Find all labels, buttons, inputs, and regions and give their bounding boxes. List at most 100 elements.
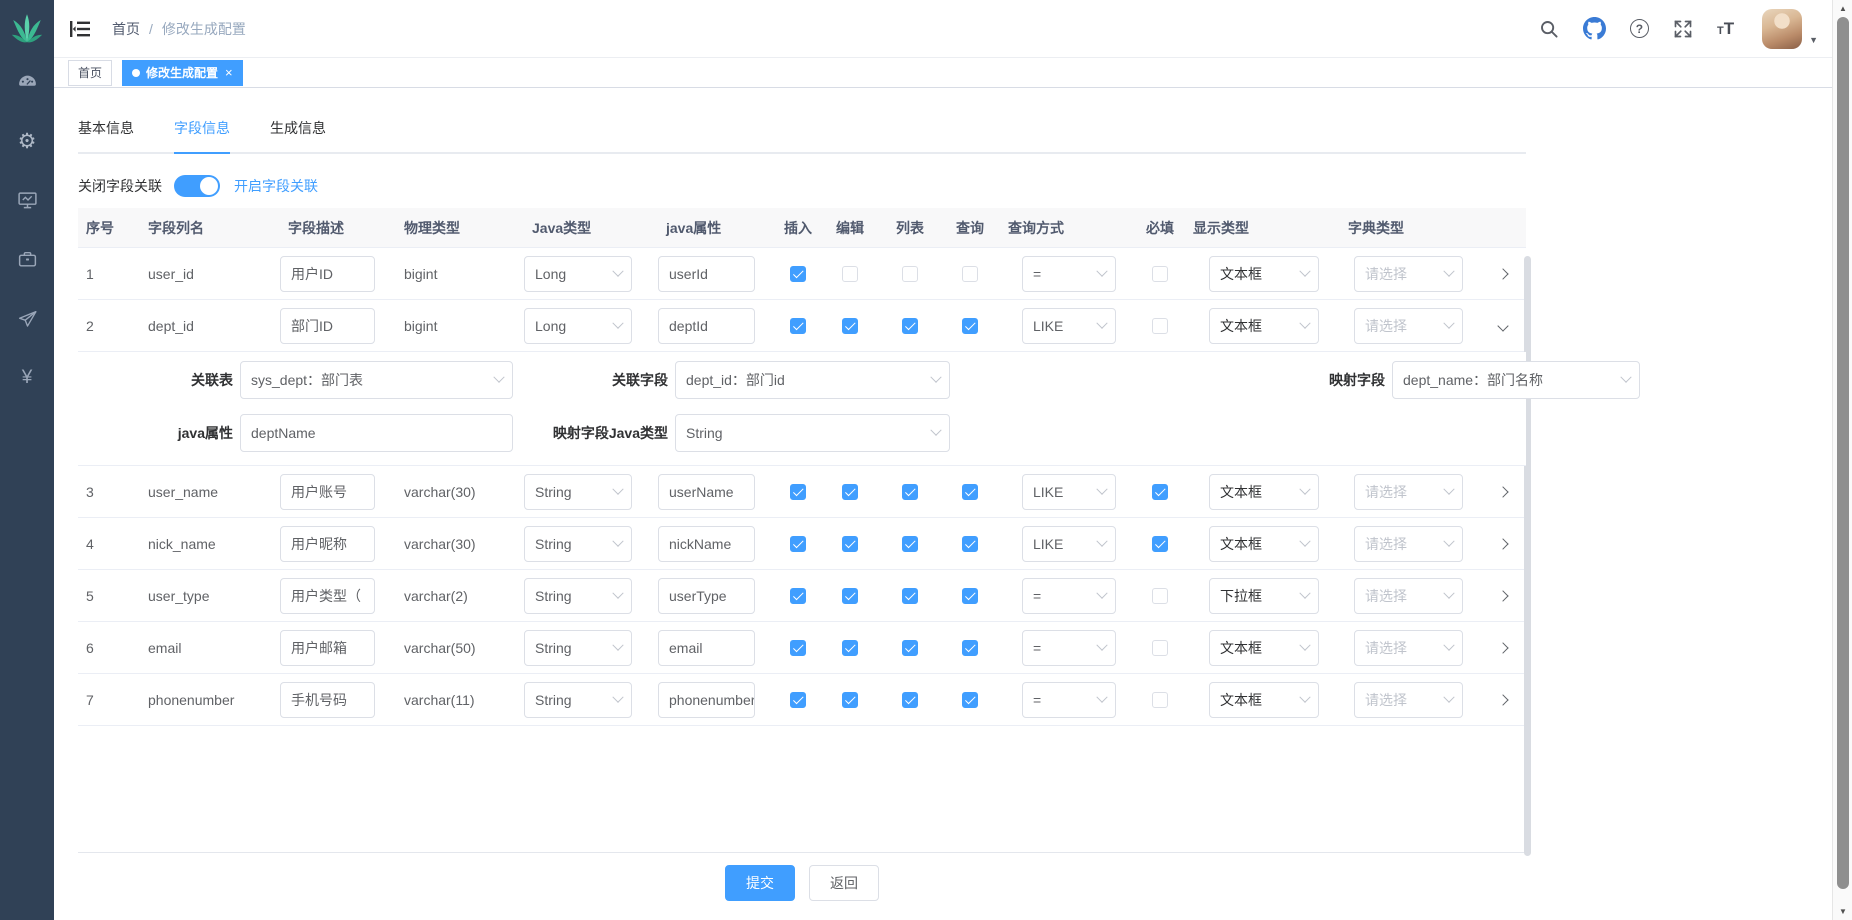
java-attr-input[interactable]: userName (658, 474, 755, 510)
insert-checkbox[interactable] (790, 692, 806, 708)
insert-checkbox[interactable] (790, 536, 806, 552)
expand-toggle-icon[interactable] (1497, 486, 1508, 497)
dict-type-select[interactable]: 请选择 (1354, 474, 1463, 510)
list-checkbox[interactable] (902, 536, 918, 552)
required-checkbox[interactable] (1152, 318, 1168, 334)
dict-type-select[interactable]: 请选择 (1354, 578, 1463, 614)
send-icon[interactable] (16, 307, 38, 329)
list-checkbox[interactable] (902, 484, 918, 500)
edit-checkbox[interactable] (842, 536, 858, 552)
insert-checkbox[interactable] (790, 484, 806, 500)
edit-checkbox[interactable] (842, 692, 858, 708)
table-scrollbar[interactable] (1524, 256, 1531, 856)
expand-toggle-icon[interactable] (1497, 590, 1508, 601)
search-icon[interactable] (1539, 19, 1559, 39)
java-type-select[interactable]: String (524, 474, 632, 510)
github-icon[interactable] (1583, 17, 1606, 40)
field-description-input[interactable]: 部门ID (280, 308, 375, 344)
java-type-select[interactable]: String (524, 682, 632, 718)
java-type-select[interactable]: Long (524, 256, 632, 292)
edit-checkbox[interactable] (842, 484, 858, 500)
dict-type-select[interactable]: 请选择 (1354, 526, 1463, 562)
edit-checkbox[interactable] (842, 318, 858, 334)
query-checkbox[interactable] (962, 588, 978, 604)
java-attr-input[interactable]: phonenumber (658, 682, 755, 718)
list-checkbox[interactable] (902, 640, 918, 656)
display-type-select[interactable]: 文本框 (1209, 682, 1319, 718)
java-type-select[interactable]: String (524, 526, 632, 562)
dict-type-select[interactable]: 请选择 (1354, 256, 1463, 292)
expand-toggle-icon[interactable] (1497, 538, 1508, 549)
query-mode-select[interactable]: = (1022, 630, 1116, 666)
font-size-icon[interactable]: TT (1717, 20, 1734, 37)
field-description-input[interactable]: 用户账号 (280, 474, 375, 510)
settings-gear-icon[interactable]: ⚙ (16, 130, 38, 152)
collapse-menu-icon[interactable] (70, 20, 90, 38)
required-checkbox[interactable] (1152, 588, 1168, 604)
display-type-select[interactable]: 文本框 (1209, 256, 1319, 292)
breadcrumb-home[interactable]: 首页 (112, 19, 140, 39)
tag-home[interactable]: 首页 (68, 60, 112, 86)
scrollbar-thumb[interactable] (1837, 17, 1849, 889)
required-checkbox[interactable] (1152, 640, 1168, 656)
monitor-chart-icon[interactable] (16, 189, 38, 211)
query-mode-select[interactable]: LIKE (1022, 474, 1116, 510)
relation-table-select[interactable]: sys_dept：部门表 (240, 361, 513, 399)
field-description-input[interactable]: 用户ID (280, 256, 375, 292)
required-checkbox[interactable] (1152, 484, 1168, 500)
expand-toggle-icon[interactable] (1497, 268, 1508, 279)
java-type-select[interactable]: String (524, 578, 632, 614)
submit-button[interactable]: 提交 (725, 865, 795, 901)
briefcase-icon[interactable] (16, 248, 38, 270)
query-checkbox[interactable] (962, 640, 978, 656)
close-icon[interactable]: × (225, 65, 233, 80)
java-attr-input[interactable]: deptName (240, 414, 513, 452)
query-mode-select[interactable]: LIKE (1022, 526, 1116, 562)
field-description-input[interactable]: 手机号码 (280, 682, 375, 718)
java-attr-input[interactable]: email (658, 630, 755, 666)
user-menu[interactable]: ▼ (1762, 9, 1818, 49)
user-avatar[interactable] (1762, 9, 1802, 49)
insert-checkbox[interactable] (790, 640, 806, 656)
query-mode-select[interactable]: = (1022, 682, 1116, 718)
expand-toggle-icon[interactable] (1497, 642, 1508, 653)
tag-gen-config[interactable]: 修改生成配置 × (122, 60, 243, 86)
tab-basic-info[interactable]: 基本信息 (78, 104, 134, 152)
back-button[interactable]: 返回 (809, 865, 879, 901)
required-checkbox[interactable] (1152, 692, 1168, 708)
edit-checkbox[interactable] (842, 588, 858, 604)
expand-toggle-icon[interactable] (1497, 694, 1508, 705)
fullscreen-icon[interactable] (1673, 19, 1693, 39)
query-mode-select[interactable]: LIKE (1022, 308, 1116, 344)
help-icon[interactable]: ? (1630, 19, 1649, 38)
display-type-select[interactable]: 文本框 (1209, 474, 1319, 510)
expand-toggle-icon[interactable] (1497, 320, 1508, 331)
query-checkbox[interactable] (962, 536, 978, 552)
query-mode-select[interactable]: = (1022, 256, 1116, 292)
list-checkbox[interactable] (902, 692, 918, 708)
java-type-select[interactable]: String (524, 630, 632, 666)
java-attr-input[interactable]: userType (658, 578, 755, 614)
query-mode-select[interactable]: = (1022, 578, 1116, 614)
tab-gen-info[interactable]: 生成信息 (270, 104, 326, 152)
java-attr-input[interactable]: nickName (658, 526, 755, 562)
display-type-select[interactable]: 文本框 (1209, 526, 1319, 562)
query-checkbox[interactable] (962, 266, 978, 282)
query-checkbox[interactable] (962, 692, 978, 708)
scroll-down-arrow-icon[interactable]: ▼ (1833, 907, 1852, 916)
required-checkbox[interactable] (1152, 266, 1168, 282)
display-type-select[interactable]: 下拉框 (1209, 578, 1319, 614)
insert-checkbox[interactable] (790, 318, 806, 334)
dashboard-icon[interactable] (16, 71, 38, 93)
insert-checkbox[interactable] (790, 266, 806, 282)
scroll-up-arrow-icon[interactable]: ▲ (1833, 4, 1852, 13)
dict-type-select[interactable]: 请选择 (1354, 682, 1463, 718)
tab-field-info[interactable]: 字段信息 (174, 104, 230, 152)
java-attr-input[interactable]: userId (658, 256, 755, 292)
display-type-select[interactable]: 文本框 (1209, 308, 1319, 344)
required-checkbox[interactable] (1152, 536, 1168, 552)
yen-icon[interactable]: ¥ (16, 366, 38, 388)
list-checkbox[interactable] (902, 588, 918, 604)
mapping-java-type-select[interactable]: String (675, 414, 950, 452)
field-description-input[interactable]: 用户昵称 (280, 526, 375, 562)
